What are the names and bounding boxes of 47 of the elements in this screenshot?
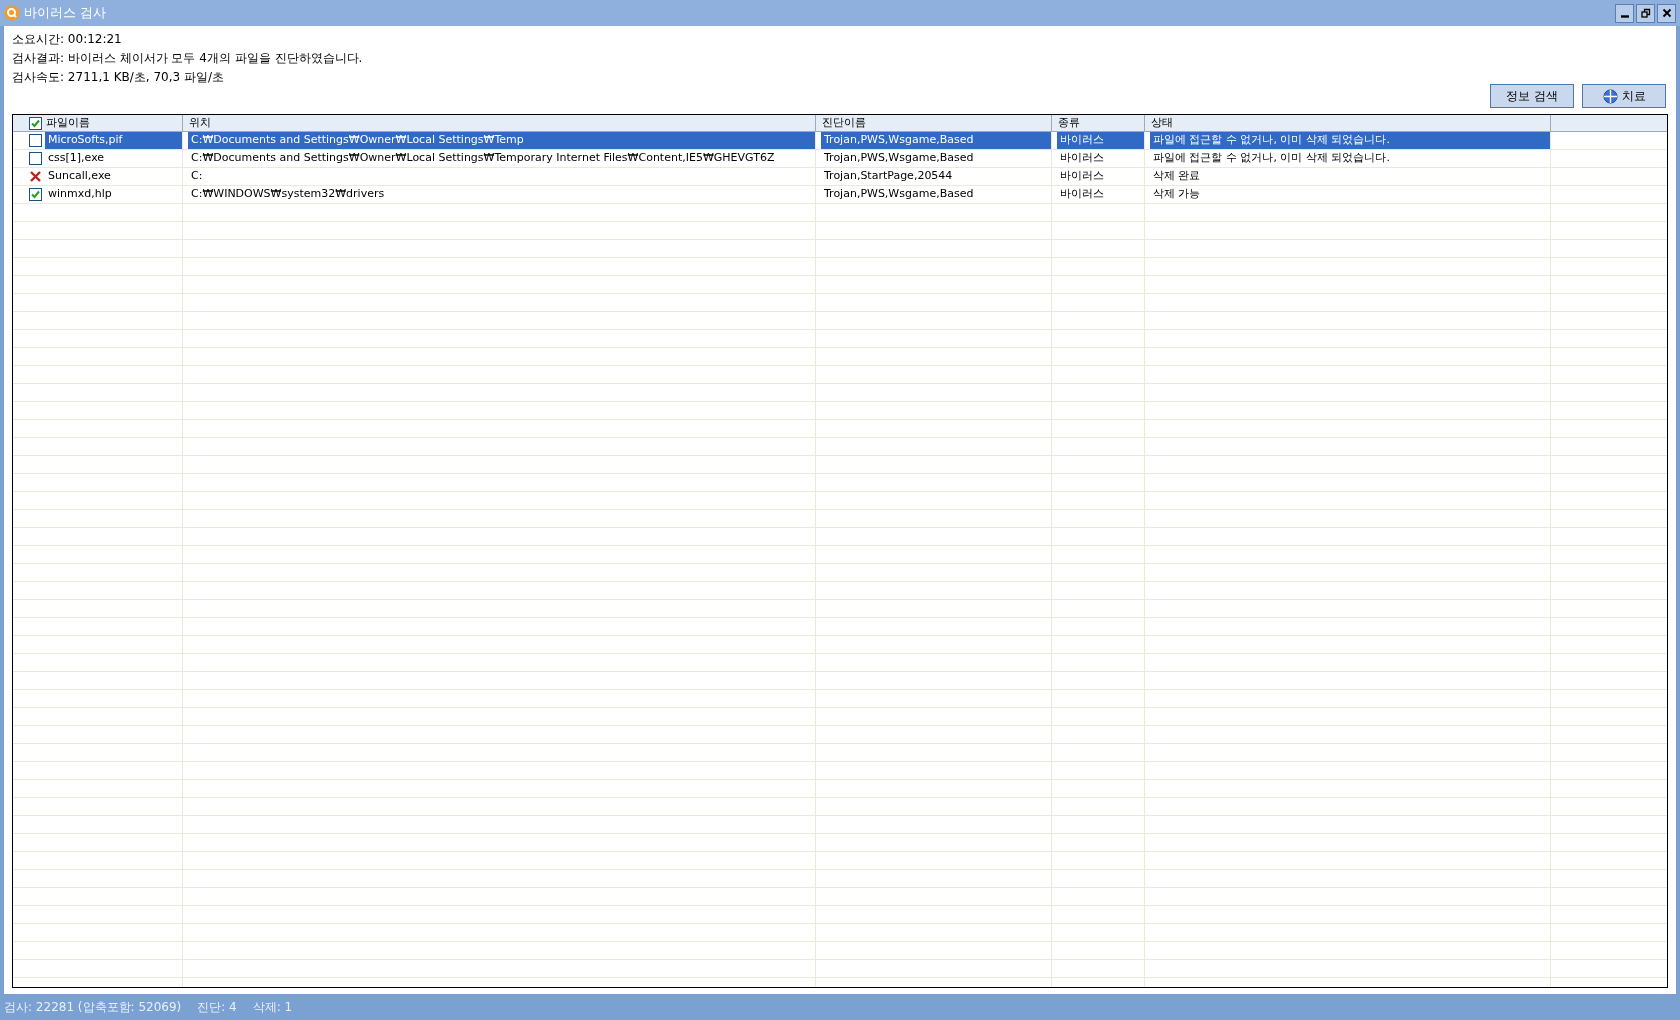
table-cell: C:₩Documents and Settings₩Owner₩Local Settings₩Temp	[188, 132, 815, 149]
summary-text: 검사결과: 바이러스 체이서가 모두 4개의 파일을 진단하였습니다.	[12, 50, 364, 67]
action-button[interactable]: 정보 검색	[1490, 84, 1574, 108]
checkbox[interactable]	[29, 116, 42, 130]
table-cell: Trojan,PWS,Wsgame,Based	[821, 132, 1051, 149]
table-cell-text: C:₩WINDOWS₩system32₩drivers	[190, 186, 386, 203]
globe-icon	[1602, 88, 1618, 104]
status-text: 삭제: 1	[252, 999, 293, 1016]
table-cell: 바이러스	[1057, 132, 1144, 149]
table-cell-text: Trojan,PWS,Wsgame,Based	[823, 150, 975, 167]
restore-icon	[1640, 8, 1651, 18]
table-cell-text: Trojan,StartPage,20544	[823, 168, 954, 185]
status-text: 진단: 4	[197, 999, 237, 1016]
app-logo-icon	[4, 5, 20, 21]
table-cell-text: css[1],exe	[47, 150, 106, 167]
summary-text: 검사속도: 2711,1 KB/초, 70,3 파일/초	[12, 69, 225, 86]
table-cell-text: 삭제 가능	[1152, 186, 1202, 203]
table-cell: MicroSofts,pif	[45, 132, 182, 149]
table-cell-text: Trojan,PWS,Wsgame,Based	[823, 186, 975, 203]
status-text: 검사: 22281 (압축포함: 52069)	[4, 999, 182, 1016]
table-cell-text: 바이러스	[1059, 168, 1105, 185]
action-button[interactable]: 치료	[1582, 84, 1666, 108]
table-cell-text: C:	[190, 168, 204, 185]
column-header[interactable]: 종류	[1052, 115, 1145, 131]
column-header[interactable]: 진단이름	[816, 115, 1052, 131]
minimize-button[interactable]	[1615, 3, 1634, 23]
summary-text: 소요시간: 00:12:21	[12, 31, 123, 48]
minimize-icon	[1619, 14, 1630, 18]
x-mark-icon	[29, 170, 42, 183]
column-header[interactable]: 파일이름	[13, 115, 183, 131]
table-cell-text: winmxd,hlp	[47, 186, 113, 203]
column-header[interactable]: 상태	[1145, 115, 1551, 131]
checkbox[interactable]	[29, 134, 42, 147]
table-cell-text: Suncall,exe	[47, 168, 112, 185]
table-cell-text: C:₩Documents and Settings₩Owner₩Local Settings₩Temporary Internet Files₩Content,IE5₩GHEVGT6Z	[190, 150, 776, 167]
checkbox[interactable]	[29, 152, 42, 165]
checkbox[interactable]	[29, 188, 42, 201]
table-cell: 파일에 접근할 수 없거나, 이미 삭제 되었습니다.	[1150, 132, 1550, 149]
close-icon	[1661, 8, 1672, 18]
table-cell-text: 바이러스	[1059, 186, 1105, 203]
restore-button[interactable]	[1636, 3, 1655, 23]
column-header[interactable]: 위치	[183, 115, 816, 131]
close-button[interactable]	[1657, 3, 1676, 23]
table-cell-text: 삭제 완료	[1152, 168, 1202, 185]
table-cell-text: 파일에 접근할 수 없거나, 이미 삭제 되었습니다.	[1152, 150, 1391, 167]
table-cell-text: 바이러스	[1059, 150, 1105, 167]
window-title: 바이러스 검사	[24, 4, 107, 23]
